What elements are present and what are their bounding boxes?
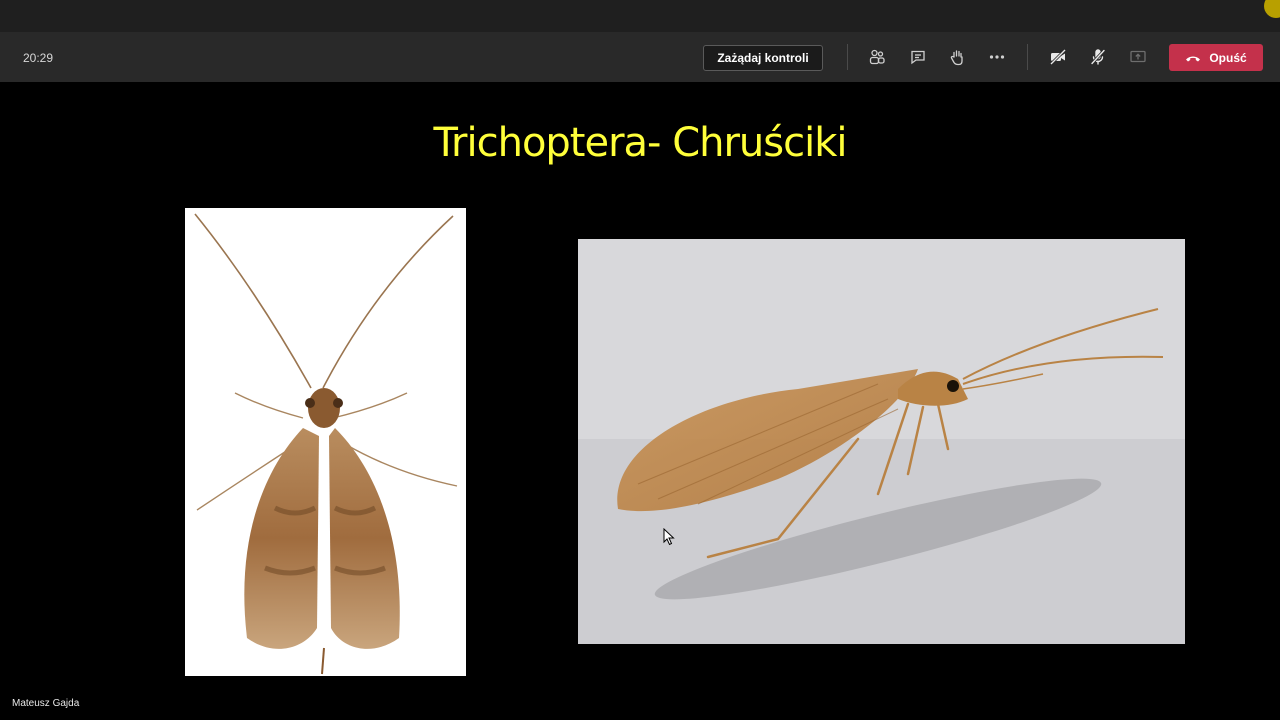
caddisfly-top-view-image	[185, 208, 466, 676]
chat-icon[interactable]	[907, 46, 929, 68]
caddisfly-side-view-image	[578, 239, 1185, 644]
camera-off-icon[interactable]	[1047, 46, 1069, 68]
share-screen-icon[interactable]	[1127, 46, 1149, 68]
raise-hand-icon[interactable]	[946, 46, 968, 68]
toolbar-divider	[847, 44, 848, 70]
leave-meeting-button[interactable]: Opuść	[1169, 44, 1263, 71]
mouse-pointer-icon	[663, 528, 675, 546]
window-top-bar	[0, 0, 1280, 32]
toolbar-divider	[1027, 44, 1028, 70]
hang-up-icon	[1186, 56, 1201, 61]
participants-icon[interactable]	[866, 46, 888, 68]
slide-title: Trichoptera- Chruściki	[433, 120, 847, 166]
meeting-timer: 20:29	[23, 51, 54, 65]
shared-screen: Trichoptera- Chruściki Mateusz Gajda	[0, 82, 1280, 720]
leave-label: Opuść	[1209, 50, 1247, 65]
more-options-icon[interactable]	[986, 46, 1008, 68]
status-dot	[1264, 0, 1280, 18]
presenter-name: Mateusz Gajda	[12, 698, 80, 709]
mic-off-icon[interactable]	[1087, 46, 1109, 68]
request-control-button[interactable]: Zażądaj kontroli	[703, 45, 823, 71]
meeting-toolbar: 20:29 Zażądaj kontroli Opuść	[0, 32, 1280, 82]
